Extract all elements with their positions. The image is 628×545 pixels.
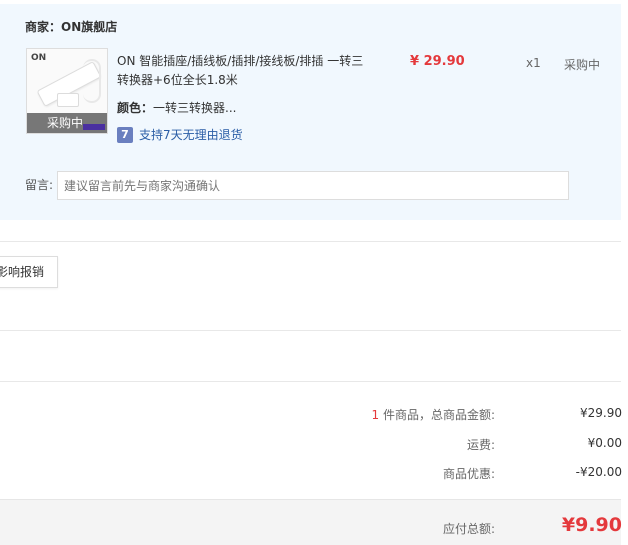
color-label: 颜色： (117, 101, 154, 115)
thumbnail-status-tag: 采购中 (27, 113, 107, 133)
item-count: 1 (371, 408, 380, 422)
total-bar (0, 499, 621, 545)
shipping-label: 运费: (466, 438, 495, 452)
product-quantity: x1 (526, 56, 541, 70)
product-thumbnail[interactable]: ON 采购中 (26, 48, 108, 134)
thumbnail-brand: ON (31, 53, 47, 63)
goods-total-text: 件商品，总商品金额: (382, 408, 495, 422)
seven-day-return-icon: 7 (117, 126, 133, 143)
total-label: 应付总额: (442, 522, 495, 536)
adapter-image (57, 93, 79, 107)
return-policy[interactable]: 7 支持7天无理由退货 (117, 126, 243, 143)
goods-total-label: 1 件商品，总商品金额: (371, 406, 495, 423)
report-button[interactable]: 影响报销 (0, 256, 58, 288)
discount-label: 商品优惠: (442, 467, 495, 481)
thumbnail-status-text: 采购中 (47, 116, 84, 130)
product-price: ¥ 29.90 (410, 54, 465, 69)
seller-name[interactable]: 商家：ON旗舰店 (25, 18, 117, 35)
divider (0, 241, 621, 242)
product-title[interactable]: ON 智能插座/插线板/插排/接线板/排插 一转三转换器+6位全长1.8米 (117, 52, 365, 90)
mini-badge (83, 124, 105, 130)
divider (0, 330, 621, 331)
divider (0, 381, 621, 382)
message-input[interactable] (57, 171, 569, 200)
goods-total-value: ¥29.90 (580, 406, 622, 420)
discount-value: -¥20.00 (575, 465, 622, 479)
color-value: 一转三转换器... (153, 101, 237, 115)
total-value: ¥9.90 (561, 514, 622, 536)
order-item-panel: 商家：ON旗舰店 ON 采购中 ON 智能插座/插线板/插排/接线板/排插 一转… (0, 4, 621, 220)
product-color-row: 颜色：一转三转换器... (117, 99, 236, 116)
return-policy-text[interactable]: 支持7天无理由退货 (139, 126, 243, 143)
message-label: 留言: (25, 178, 54, 192)
purchase-status: 采购中 (564, 58, 601, 72)
cable-image (83, 59, 101, 103)
shipping-value: ¥0.00 (587, 436, 622, 450)
